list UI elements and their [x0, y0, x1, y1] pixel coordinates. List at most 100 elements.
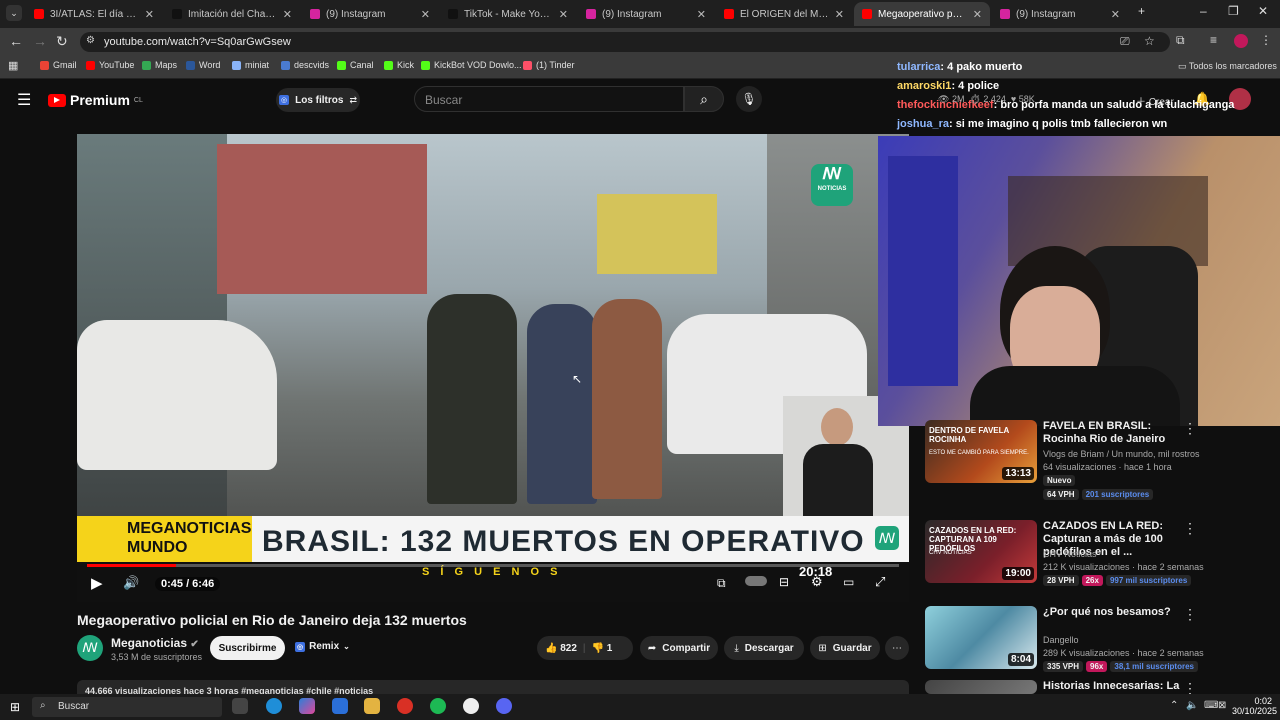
tray-chevron-icon[interactable]: ⌃ [1170, 700, 1178, 711]
chrome-icon[interactable] [397, 698, 413, 714]
tab-close-icon[interactable]: ✕ [835, 8, 844, 21]
sidebar-more-icon[interactable]: ⋮ [1183, 606, 1197, 623]
url-bar[interactable]: ⚙ youtube.com/watch?v=Sq0arGwGsew ⎚ ☆ [80, 32, 1170, 52]
autoplay-toggle[interactable] [745, 576, 767, 586]
browser-tab[interactable]: 3I/ATLAS: El día ha llegad ✕ [26, 2, 162, 26]
tab-close-icon[interactable]: ✕ [1111, 8, 1120, 21]
taskbar-search-box[interactable]: ⌕ Buscar [32, 697, 222, 717]
sidebar-channel-name[interactable]: CHV Noticias [1043, 549, 1097, 559]
bookmark-item[interactable]: Kick [384, 60, 414, 70]
theater-mode-icon[interactable]: ▭ [843, 575, 854, 589]
browser-tab[interactable]: Megaoperativo policial e ✕ [854, 2, 990, 26]
bookmark-item[interactable]: miniat [232, 60, 269, 70]
close-window-icon[interactable]: ✕ [1258, 4, 1268, 18]
reload-icon[interactable]: ↻ [56, 33, 68, 50]
windows-start-icon[interactable]: ⊞ [10, 700, 20, 714]
bookmark-item[interactable]: Gmail [40, 60, 77, 70]
copilot-icon[interactable] [299, 698, 315, 714]
store-icon[interactable] [332, 698, 348, 714]
sidebar-more-icon[interactable]: ⋮ [1183, 520, 1197, 537]
site-info-icon[interactable]: ⚙ [86, 35, 95, 46]
save-button[interactable]: ⊞ Guardar [810, 636, 880, 660]
tray-network-icon[interactable]: ⌨ [1204, 700, 1218, 711]
sidebar-video-title[interactable]: Historias Innecesarias: La [1043, 680, 1183, 693]
filters-button[interactable]: ◎ Los filtros ⇄ [276, 88, 360, 112]
search-input[interactable]: Buscar [414, 86, 684, 112]
sidebar-thumbnail[interactable]: CAZADOS EN LA RED: CAPTURAN A 109 PEDÓFI… [925, 520, 1037, 583]
sidebar-channel-name[interactable]: Vlogs de Briam / Un mundo, mil rostros [1043, 449, 1200, 459]
browser-tab[interactable]: TikTok - Make Your Day ✕ [440, 2, 576, 26]
edge-browser-icon[interactable] [266, 698, 282, 714]
download-button[interactable]: ⤓ Descargar [724, 636, 804, 660]
media-icon[interactable]: ≡ [1210, 33, 1217, 47]
sidebar-thumbnail[interactable] [925, 680, 1037, 694]
settings-gear-icon[interactable]: ⚙ [811, 574, 823, 590]
browser-tab[interactable]: (9) Instagram ✕ [992, 2, 1128, 26]
profile-avatar[interactable] [1234, 34, 1248, 48]
new-tab-icon[interactable]: + [1138, 4, 1145, 18]
tab-close-icon[interactable]: ✕ [283, 8, 292, 21]
remix-button[interactable]: ◎ Remix ⌄ [295, 641, 350, 652]
browser-tab[interactable]: (9) Instagram ✕ [578, 2, 714, 26]
youtube-logo[interactable]: Premium CL [48, 92, 143, 108]
tab-close-icon[interactable]: ✕ [697, 8, 706, 21]
browser-tab[interactable]: (9) Instagram ✕ [302, 2, 438, 26]
file-explorer-icon[interactable] [364, 698, 380, 714]
more-actions-button[interactable]: ⋯ [885, 636, 909, 660]
spotify-icon[interactable] [430, 698, 446, 714]
minimize-icon[interactable]: – [1200, 4, 1207, 18]
hamburger-menu-icon[interactable]: ☰ [17, 90, 31, 110]
browser-tab[interactable]: El ORIGEN del MEME 67 ✕ [716, 2, 852, 26]
tray-volume-icon[interactable]: 🔈 [1186, 700, 1198, 711]
like-button[interactable]: 👍 822 [545, 643, 577, 654]
sidebar-video-title[interactable]: FAVELA EN BRASIL: Rocinha Rio de Janeiro [1043, 420, 1183, 446]
tray-language-icon[interactable]: ⊠ [1218, 700, 1226, 711]
browser-tab[interactable]: Imitación del Chan Chan ✕ [164, 2, 300, 26]
tab-close-icon[interactable]: ✕ [973, 8, 982, 21]
sidebar-thumbnail[interactable]: 8:04 [925, 606, 1037, 669]
channel-avatar[interactable]: ꟿ [77, 635, 103, 661]
volume-icon[interactable]: 🔊 [123, 575, 139, 591]
back-icon[interactable]: ← [9, 33, 23, 49]
share-button[interactable]: ➦ Compartir [640, 636, 718, 660]
bookmark-star-icon[interactable]: ☆ [1144, 34, 1155, 48]
bookmark-item[interactable]: KickBot VOD Dowlo... [421, 60, 522, 70]
discord-icon[interactable] [496, 698, 512, 714]
tab-close-icon[interactable]: ✕ [145, 8, 154, 21]
bookmark-item[interactable]: Canal [337, 60, 374, 70]
bookmark-item[interactable]: YouTube [86, 60, 134, 70]
bookmark-item[interactable]: (1) Tinder [523, 60, 575, 70]
subtitles-icon[interactable]: ⊟ [779, 575, 789, 589]
tab-close-icon[interactable]: ✕ [559, 8, 568, 21]
dislike-button[interactable]: 👎 1 [592, 643, 613, 654]
browser-menu-icon[interactable]: ⋮ [1260, 33, 1272, 47]
tab-search-icon[interactable]: ⌄ [6, 5, 22, 21]
channel-name[interactable]: Meganoticias ✔ [111, 636, 199, 650]
restore-icon[interactable]: ❐ [1228, 4, 1239, 18]
sidebar-channel-name[interactable]: Dangello [1043, 635, 1079, 645]
obs-icon[interactable] [463, 698, 479, 714]
all-bookmarks[interactable]: ▭ Todos los marcadores [1178, 61, 1277, 72]
cast-icon[interactable]: ⎚ [1120, 34, 1130, 49]
bookmark-item[interactable]: Maps [142, 60, 177, 70]
fullscreen-icon[interactable]: ⤢ [875, 574, 885, 590]
sidebar-more-icon[interactable]: ⋮ [1183, 420, 1197, 437]
subscribe-button[interactable]: Suscribirme [210, 636, 285, 660]
miniplayer-icon[interactable]: ⧉ [717, 576, 726, 591]
sidebar-video-title[interactable]: ¿Por qué nos besamos? [1043, 606, 1183, 619]
sidebar-thumbnail[interactable]: DENTRO DE FAVELA ROCINHA ESTO ME CAMBIÓ P… [925, 420, 1037, 483]
apps-grid-icon[interactable]: ▦ [8, 59, 18, 72]
task-view-icon[interactable] [232, 698, 248, 714]
voice-search-button[interactable]: 🎙 [736, 86, 762, 112]
bookmark-item[interactable]: Word [186, 60, 220, 70]
progress-track[interactable] [87, 564, 899, 567]
tray-clock[interactable]: 0:02 30/10/2025 [1232, 696, 1277, 716]
extensions-icon[interactable]: ⧉ [1176, 33, 1185, 48]
description-box[interactable]: 44.666 visualizaciones hace 3 horas #meg… [77, 680, 909, 694]
tab-close-icon[interactable]: ✕ [421, 8, 430, 21]
forward-icon[interactable]: → [33, 33, 47, 49]
video-player[interactable]: ꟿ NOTICIAS MEGANOTICIAS MUNDO BRASIL: 13… [77, 134, 909, 602]
search-button[interactable]: ⌕ [684, 86, 724, 112]
bookmark-item[interactable]: descvids [281, 60, 329, 70]
play-icon[interactable]: ▶ [91, 574, 103, 592]
